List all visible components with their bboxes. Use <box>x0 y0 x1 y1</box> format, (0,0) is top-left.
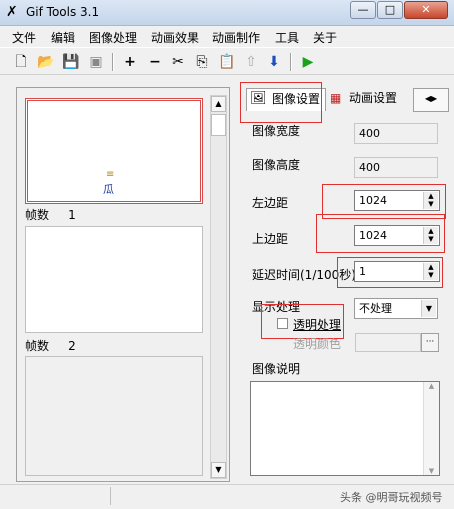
window-title: Gif Tools 3.1 <box>26 5 100 19</box>
image-height-field: 400 <box>354 157 438 178</box>
image-description-label: 图像说明 <box>252 362 301 376</box>
title-bar: ✗ Gif Tools 3.1 — □ ✕ <box>0 0 454 26</box>
scroll-down-icon[interactable]: ▼ <box>211 462 226 478</box>
menu-tools[interactable]: 工具 <box>275 29 299 46</box>
display-processing-value[interactable]: 不处理 <box>359 302 392 315</box>
app-tools-icon: ✗ <box>6 4 18 20</box>
highlight-box <box>316 214 445 253</box>
copy-icon[interactable]: ⎘ <box>192 52 212 72</box>
add-icon[interactable]: + <box>120 52 140 72</box>
status-divider <box>110 487 111 505</box>
image-description-textarea[interactable]: ▲ ▼ <box>250 381 440 476</box>
image-width-field: 400 <box>354 123 438 144</box>
menu-file[interactable]: 文件 <box>12 29 36 46</box>
menu-edit[interactable]: 编辑 <box>51 29 75 46</box>
display-processing-select[interactable]: 不处理 ▼ <box>354 298 438 319</box>
toolbar-separator <box>290 53 292 71</box>
move-up-icon[interactable]: ⇧ <box>241 52 261 72</box>
color-picker-button[interactable]: ··· <box>421 333 439 352</box>
frame-list-scrollbar[interactable]: ▲ ▼ <box>210 95 227 479</box>
close-button[interactable]: ✕ <box>404 1 448 19</box>
menu-bar: 文件 编辑 图像处理 动画效果 动画制作 工具 关于 <box>0 26 454 46</box>
remove-icon[interactable]: − <box>145 52 165 72</box>
frame-thumbnail-3[interactable] <box>25 356 203 476</box>
frame-thumbnail-2[interactable] <box>25 226 203 333</box>
menu-animation-effects[interactable]: 动画效果 <box>151 29 199 46</box>
scroll-up-icon[interactable]: ▲ <box>424 382 439 390</box>
scroll-thumb[interactable] <box>211 114 226 136</box>
tab-animation-settings[interactable]: ▦ 动画设置 <box>327 88 405 110</box>
thumbnail-text-top: ≡ <box>106 169 115 180</box>
textarea-scrollbar[interactable]: ▲ ▼ <box>423 382 439 475</box>
open-folder-icon[interactable]: 📂 <box>36 52 56 72</box>
status-bar: 头条 @明哥玩视频号 <box>0 484 454 509</box>
dropdown-arrow-icon[interactable]: ▼ <box>421 300 436 317</box>
menu-image-processing[interactable]: 图像处理 <box>89 29 137 46</box>
highlight-box <box>261 304 344 339</box>
animation-settings-icon: ▦ <box>330 91 342 105</box>
frame-thumbnail-1[interactable]: ≡ 瓜 <box>25 98 203 204</box>
menu-about[interactable]: 关于 <box>313 29 337 46</box>
toolbar-separator <box>112 53 114 71</box>
left-margin-label: 左边距 <box>252 196 289 210</box>
frame-label-2: 帧数 2 <box>25 339 76 353</box>
minimize-button[interactable]: — <box>350 1 376 19</box>
toolbar: 🗋 📂 💾 ▣ + − ✂ ⎘ 📋 ⇧ ⬇ ▶ <box>0 47 454 75</box>
transparent-color-label: 透明颜色 <box>293 337 342 351</box>
thumbnail-text-bottom: 瓜 <box>103 183 114 196</box>
paste-icon[interactable]: 📋 <box>217 52 237 72</box>
move-down-icon[interactable]: ⬇ <box>264 52 284 72</box>
image-height-label: 图像高度 <box>252 158 301 172</box>
menu-animation-making[interactable]: 动画制作 <box>212 29 260 46</box>
cut-icon[interactable]: ✂ <box>168 52 188 72</box>
play-icon[interactable]: ▶ <box>298 52 318 72</box>
tab-scroll[interactable]: ◀▶ <box>413 88 449 112</box>
maximize-button[interactable]: □ <box>377 1 403 19</box>
transparent-color-field <box>355 333 421 352</box>
scroll-down-icon[interactable]: ▼ <box>424 467 439 475</box>
frame-list: ≡ 瓜 帧数 1 帧数 2 ▲ ▼ <box>16 87 230 482</box>
frame-label-1: 帧数 1 <box>25 208 76 222</box>
highlight-box <box>337 257 443 288</box>
image-width-label: 图像宽度 <box>252 124 301 138</box>
top-margin-label: 上边距 <box>252 232 289 246</box>
highlight-box <box>240 82 322 123</box>
tab-animation-settings-label: 动画设置 <box>349 91 398 105</box>
save-copy-icon[interactable]: ▣ <box>86 52 106 72</box>
new-file-icon[interactable]: 🗋 <box>11 52 31 72</box>
save-icon[interactable]: 💾 <box>61 52 81 72</box>
watermark-text: 头条 @明哥玩视频号 <box>340 491 443 504</box>
tab-scroll-right-icon[interactable]: ▶ <box>431 94 437 103</box>
scroll-up-icon[interactable]: ▲ <box>211 96 226 112</box>
